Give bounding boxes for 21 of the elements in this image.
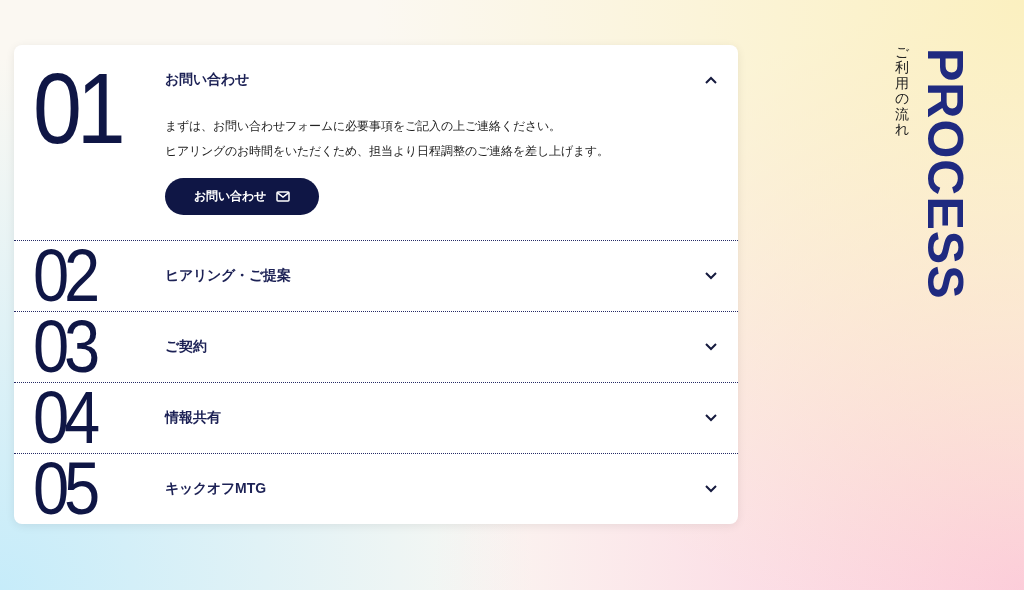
mail-icon — [276, 191, 290, 202]
chevron-down-icon[interactable] — [705, 485, 717, 493]
section-title: PROCESS — [920, 48, 970, 300]
step-number: 01 — [32, 51, 122, 158]
step-title[interactable]: ヒアリング・ご提案 — [165, 267, 291, 285]
step-title[interactable]: ご契約 — [165, 338, 207, 356]
step-title[interactable]: キックオフMTG — [165, 480, 267, 498]
contact-button[interactable]: お問い合わせ — [165, 178, 319, 215]
step-number: 04 — [32, 383, 97, 449]
chevron-down-icon[interactable] — [705, 414, 717, 422]
step-number: 05 — [32, 454, 97, 520]
chevron-down-icon[interactable] — [705, 343, 717, 351]
step-title[interactable]: お問い合わせ — [165, 71, 249, 89]
description-text: まずは、お問い合わせフォームに必要事項をご記入の上ご連絡ください。 — [165, 118, 562, 135]
step-title[interactable]: 情報共有 — [165, 409, 221, 427]
chevron-up-icon[interactable] — [705, 76, 717, 84]
subtitle: ご利用の流れ — [895, 45, 909, 138]
description-text: ヒアリングのお時間をいただくため、担当より日程調整のご連絡を差し上げます。 — [165, 143, 610, 160]
step-number: 03 — [32, 312, 97, 378]
step-number: 02 — [32, 241, 97, 307]
chevron-down-icon[interactable] — [705, 272, 717, 280]
